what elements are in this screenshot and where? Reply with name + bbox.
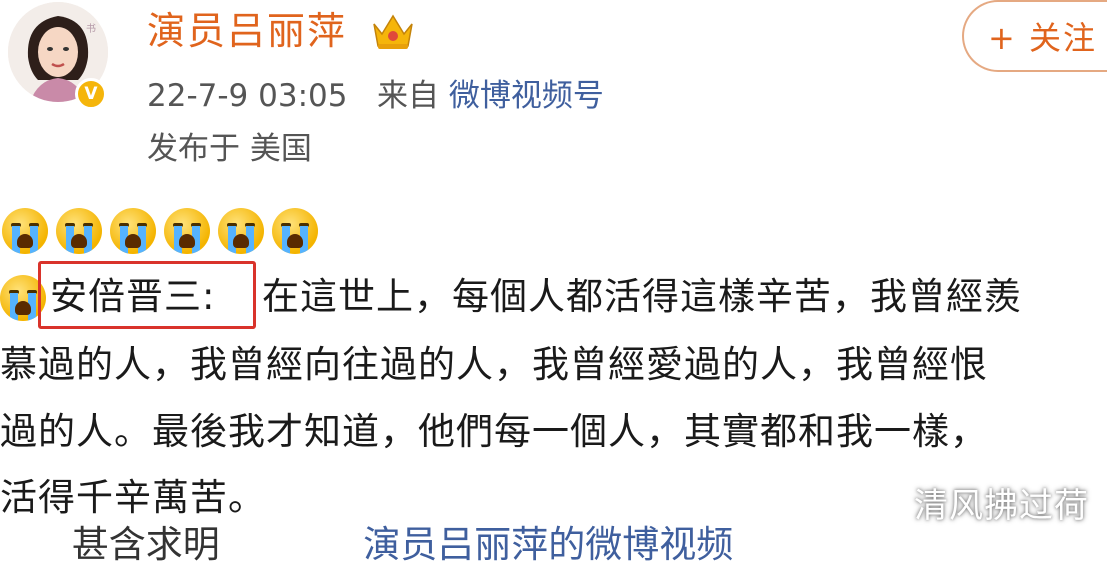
watermark: 清风拂过荷 [914, 486, 1089, 526]
crying-face-icon [110, 208, 156, 254]
crying-face-icon [218, 208, 264, 254]
source-prefix: 来自 [377, 78, 440, 114]
crying-face-icon [2, 208, 48, 254]
post-meta: 22-7-9 03:05 来自 微博视频号 [147, 72, 604, 120]
crying-face-icon [272, 208, 318, 254]
source-link[interactable]: 微博视频号 [449, 78, 604, 114]
post-text-line-2: 慕過的人，我曾經向往過的人，我曾經愛過的人，我曾經恨 [0, 343, 988, 386]
post-text-line-1: 在這世上，每個人都活得這樣辛苦，我曾經羨 [262, 275, 1022, 318]
verified-badge-icon: V [75, 78, 107, 110]
svg-text:书: 书 [86, 23, 96, 35]
partial-line: 甚含求明 演员吕丽萍的微博视频 [0, 520, 734, 570]
crying-face-icon [164, 208, 210, 254]
crying-face-icon [56, 208, 102, 254]
quote-speaker: 安倍晋三: [50, 275, 216, 318]
post-timestamp: 22-7-9 03:05 [147, 78, 348, 114]
author-name[interactable]: 演员吕丽萍 [147, 4, 347, 58]
post-location: 发布于 美国 [147, 131, 312, 167]
crown-icon [373, 14, 413, 49]
post-text-line-3: 過的人。最後我才知道，他們每一個人，其實都和我一樣， [0, 410, 988, 453]
follow-button[interactable]: + 关注 [962, 0, 1107, 72]
